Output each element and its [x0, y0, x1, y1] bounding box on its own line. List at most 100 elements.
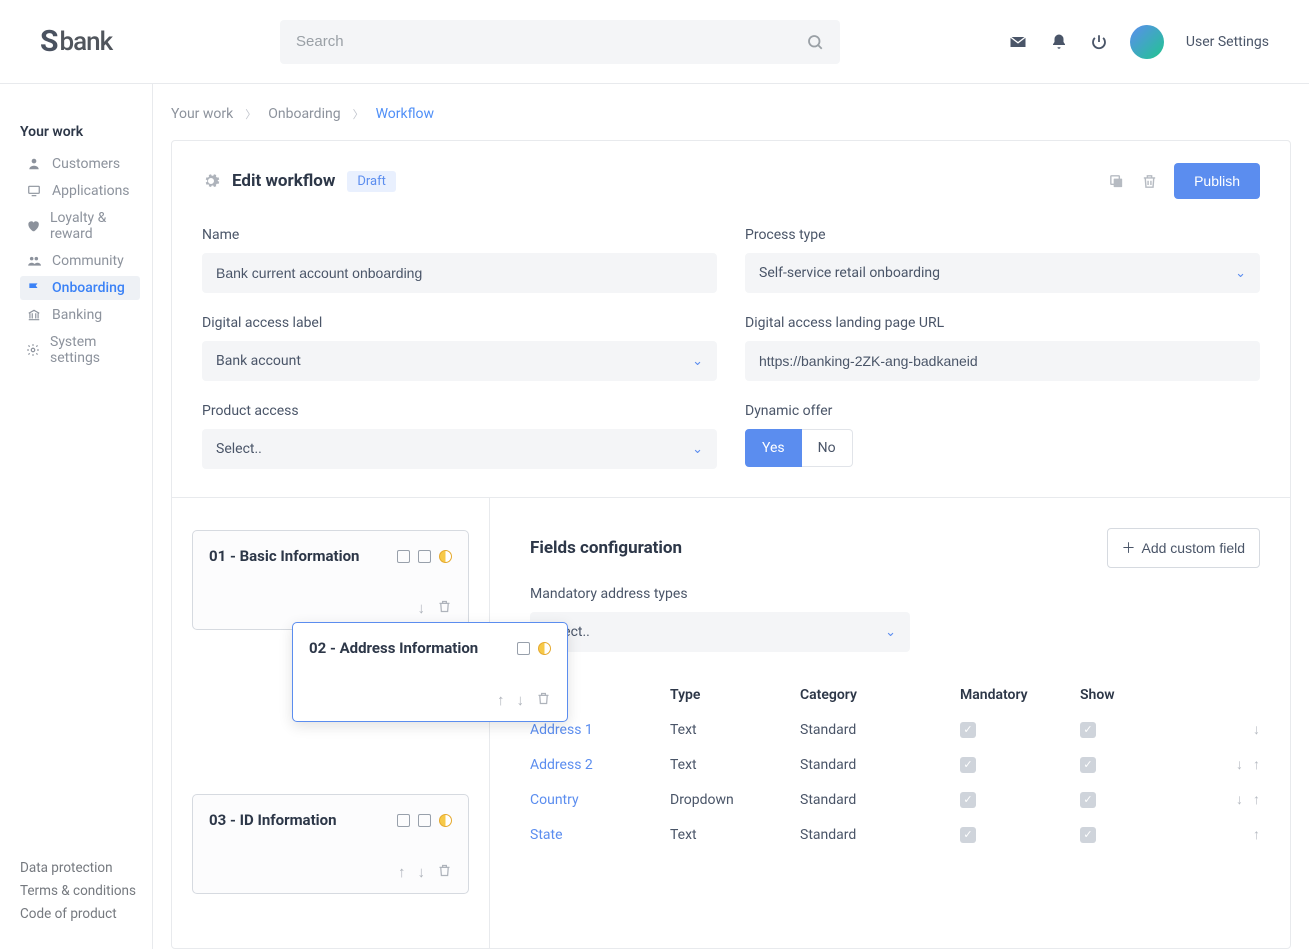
mandatory-address-select[interactable]: Select..⌄: [530, 612, 910, 652]
sidebar-item-onboarding[interactable]: Onboarding: [20, 276, 140, 300]
trash-icon[interactable]: [1141, 173, 1158, 190]
footer-data-protection[interactable]: Data protection: [20, 860, 152, 876]
add-custom-field-label: Add custom field: [1142, 540, 1246, 556]
step-card-address[interactable]: 02 - Address Information ↑ ↓: [292, 622, 568, 722]
checkbox-checked-icon[interactable]: ✓: [960, 722, 976, 738]
checkbox-icon[interactable]: [517, 642, 530, 655]
field-name-link[interactable]: Address 1: [530, 722, 670, 738]
table-row: State Text Standard ✓ ✓ ↑: [530, 817, 1260, 852]
field-type: Dropdown: [670, 792, 800, 808]
arrow-down-icon[interactable]: ↓: [1253, 721, 1260, 738]
sidebar-item-banking[interactable]: Banking: [20, 303, 140, 327]
dynamic-offer-no[interactable]: No: [802, 429, 853, 467]
dynamic-offer-yes[interactable]: Yes: [745, 429, 802, 467]
arrow-up-icon[interactable]: ↑: [1253, 826, 1260, 843]
step-card-id[interactable]: 03 - ID Information ↑ ↓: [192, 794, 469, 894]
checkbox-checked-icon[interactable]: ✓: [1080, 792, 1096, 808]
chevron-down-icon: ⌄: [1235, 266, 1246, 281]
name-label: Name: [202, 227, 717, 243]
sidebar-item-loyalty[interactable]: Loyalty & reward: [20, 206, 140, 246]
duplicate-icon[interactable]: [1108, 173, 1125, 190]
field-name-link[interactable]: Address 2: [530, 757, 670, 773]
user-icon: [26, 157, 42, 171]
sidebar-item-label: Banking: [52, 307, 102, 323]
app-logo[interactable]: Sbank: [40, 24, 112, 59]
trash-icon[interactable]: [437, 863, 452, 881]
checkbox-icon[interactable]: [418, 550, 431, 563]
sidebar-item-community[interactable]: Community: [20, 249, 140, 273]
footer-code[interactable]: Code of product: [20, 906, 152, 922]
breadcrumb-onboarding[interactable]: Onboarding: [268, 106, 340, 122]
mail-icon[interactable]: [1008, 32, 1028, 52]
footer-terms[interactable]: Terms & conditions: [20, 883, 152, 899]
arrow-down-icon[interactable]: ↓: [1236, 791, 1243, 808]
arrow-up-icon[interactable]: ↑: [1253, 756, 1260, 773]
user-settings-link[interactable]: User Settings: [1186, 34, 1269, 50]
checkbox-checked-icon[interactable]: ✓: [1080, 827, 1096, 843]
publish-button[interactable]: Publish: [1174, 163, 1260, 199]
breadcrumb-your-work[interactable]: Your work: [171, 106, 233, 122]
select-value: Bank account: [216, 353, 301, 369]
step-title: 02 - Address Information: [309, 639, 509, 657]
field-name-link[interactable]: State: [530, 827, 670, 843]
url-input[interactable]: [745, 341, 1260, 381]
url-label: Digital access landing page URL: [745, 315, 1260, 331]
status-badge: Draft: [347, 171, 396, 192]
col-show: Show: [1080, 687, 1200, 703]
checkbox-icon[interactable]: [397, 814, 410, 827]
search-box[interactable]: [280, 20, 840, 64]
checkbox-icon[interactable]: [397, 550, 410, 563]
sidebar-heading: Your work: [20, 124, 152, 140]
field-category: Standard: [800, 792, 960, 808]
checkbox-checked-icon[interactable]: ✓: [1080, 757, 1096, 773]
moon-icon: [538, 642, 551, 655]
sidebar-item-label: Onboarding: [52, 280, 125, 296]
name-input[interactable]: [202, 253, 717, 293]
search-icon: [806, 33, 824, 51]
arrow-down-icon[interactable]: ↓: [418, 599, 426, 617]
gear-icon: [202, 172, 220, 190]
checkbox-checked-icon[interactable]: ✓: [960, 827, 976, 843]
checkbox-checked-icon[interactable]: ✓: [960, 792, 976, 808]
sidebar-item-applications[interactable]: Applications: [20, 179, 140, 203]
arrow-up-icon[interactable]: ↑: [497, 691, 505, 709]
chevron-down-icon: ⌄: [692, 442, 703, 457]
sidebar-item-system-settings[interactable]: System settings: [20, 330, 140, 370]
trash-icon[interactable]: [437, 599, 452, 617]
field-type: Text: [670, 827, 800, 843]
avatar[interactable]: [1130, 25, 1164, 59]
bell-icon[interactable]: [1050, 33, 1068, 51]
checkbox-checked-icon[interactable]: ✓: [960, 757, 976, 773]
digital-access-label-label: Digital access label: [202, 315, 717, 331]
arrow-down-icon[interactable]: ↓: [418, 863, 426, 881]
trash-icon[interactable]: [536, 691, 551, 709]
product-access-select[interactable]: Select..⌄: [202, 429, 717, 469]
sidebar-item-label: System settings: [50, 334, 134, 366]
logo-text: bank: [59, 27, 112, 57]
arrow-down-icon[interactable]: ↓: [1236, 756, 1243, 773]
add-custom-field-button[interactable]: ＋ Add custom field: [1107, 528, 1261, 568]
process-type-select[interactable]: Self-service retail onboarding⌄: [745, 253, 1260, 293]
heart-icon: [26, 219, 40, 233]
gear-icon: [26, 343, 40, 357]
arrow-up-icon[interactable]: ↑: [398, 863, 406, 881]
checkbox-checked-icon[interactable]: ✓: [1080, 722, 1096, 738]
sidebar: Your work Customers Applications Loyalty…: [0, 84, 153, 949]
step-card-basic[interactable]: 01 - Basic Information ↓: [192, 530, 469, 630]
breadcrumb-workflow: Workflow: [376, 106, 435, 122]
power-icon[interactable]: [1090, 33, 1108, 51]
arrow-down-icon[interactable]: ↓: [517, 691, 525, 709]
top-header: Sbank User Settings: [0, 0, 1309, 84]
fields-title: Fields configuration: [530, 538, 1107, 558]
arrow-up-icon[interactable]: ↑: [1253, 791, 1260, 808]
checkbox-icon[interactable]: [418, 814, 431, 827]
search-input[interactable]: [296, 33, 806, 50]
chevron-right-icon: 〉: [245, 106, 256, 122]
sidebar-item-customers[interactable]: Customers: [20, 152, 140, 176]
sidebar-item-label: Customers: [52, 156, 120, 172]
digital-access-label-select[interactable]: Bank account⌄: [202, 341, 717, 381]
col-mandatory: Mandatory: [960, 687, 1080, 703]
product-access-label: Product access: [202, 403, 717, 419]
field-name-link[interactable]: Country: [530, 792, 670, 808]
fields-panel: Fields configuration ＋ Add custom field …: [490, 498, 1290, 948]
